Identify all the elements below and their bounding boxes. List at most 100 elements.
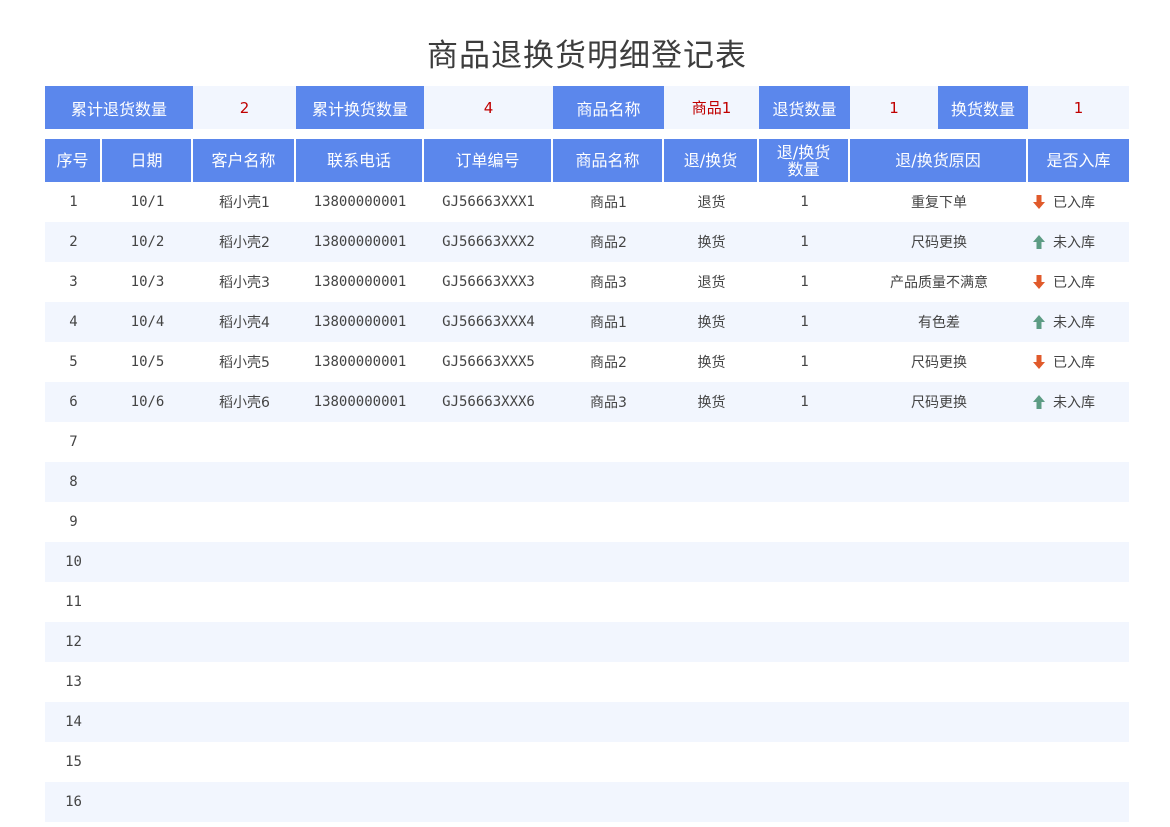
cell-type[interactable] — [664, 782, 759, 822]
cell-phone[interactable]: 13800000001 — [296, 262, 424, 302]
cell-product[interactable] — [553, 542, 664, 582]
cell-product[interactable] — [553, 742, 664, 782]
cell-order[interactable] — [424, 662, 553, 702]
cell-phone[interactable]: 13800000001 — [296, 342, 424, 382]
cell-phone[interactable] — [296, 662, 424, 702]
product-name-value[interactable]: 商品1 — [664, 86, 759, 129]
cell-phone[interactable] — [296, 622, 424, 662]
cell-product[interactable] — [553, 582, 664, 622]
cell-reason[interactable] — [850, 582, 1028, 622]
cell-type[interactable]: 退货 — [664, 182, 759, 222]
cell-type[interactable] — [664, 422, 759, 462]
cell-phone[interactable] — [296, 582, 424, 622]
cell-reason[interactable]: 重复下单 — [850, 182, 1028, 222]
cell-date[interactable] — [102, 462, 193, 502]
cell-customer[interactable]: 稻小壳3 — [193, 262, 296, 302]
cell-stock[interactable] — [1028, 422, 1129, 462]
cell-customer[interactable]: 稻小壳5 — [193, 342, 296, 382]
cell-stock[interactable] — [1028, 662, 1129, 702]
cell-customer[interactable] — [193, 622, 296, 662]
cell-customer[interactable] — [193, 422, 296, 462]
cell-customer[interactable]: 稻小壳2 — [193, 222, 296, 262]
cell-order[interactable] — [424, 502, 553, 542]
cell-stock[interactable] — [1028, 742, 1129, 782]
cell-qty[interactable]: 1 — [759, 382, 850, 422]
cell-phone[interactable]: 13800000001 — [296, 382, 424, 422]
cell-no[interactable]: 8 — [45, 462, 102, 502]
cell-reason[interactable] — [850, 542, 1028, 582]
cell-stock[interactable] — [1028, 462, 1129, 502]
cell-product[interactable] — [553, 662, 664, 702]
cell-no[interactable]: 15 — [45, 742, 102, 782]
cell-type[interactable] — [664, 582, 759, 622]
cell-customer[interactable] — [193, 582, 296, 622]
cell-qty[interactable]: 1 — [759, 262, 850, 302]
cell-no[interactable]: 6 — [45, 382, 102, 422]
cell-customer[interactable]: 稻小壳1 — [193, 182, 296, 222]
cell-no[interactable]: 11 — [45, 582, 102, 622]
cell-reason[interactable] — [850, 702, 1028, 742]
cell-type[interactable] — [664, 702, 759, 742]
cell-product[interactable] — [553, 702, 664, 742]
cell-no[interactable]: 16 — [45, 782, 102, 822]
cell-no[interactable]: 4 — [45, 302, 102, 342]
cell-date[interactable] — [102, 502, 193, 542]
cell-order[interactable] — [424, 742, 553, 782]
cell-qty[interactable]: 1 — [759, 222, 850, 262]
cell-product[interactable] — [553, 622, 664, 662]
cell-no[interactable]: 13 — [45, 662, 102, 702]
cell-order[interactable]: GJ56663XXX2 — [424, 222, 553, 262]
cell-reason[interactable] — [850, 462, 1028, 502]
cell-stock[interactable] — [1028, 582, 1129, 622]
cell-date[interactable]: 10/3 — [102, 262, 193, 302]
cell-phone[interactable] — [296, 742, 424, 782]
cell-no[interactable]: 9 — [45, 502, 102, 542]
cell-customer[interactable] — [193, 662, 296, 702]
cell-order[interactable] — [424, 462, 553, 502]
cell-type[interactable]: 换货 — [664, 302, 759, 342]
cell-no[interactable]: 5 — [45, 342, 102, 382]
cell-type[interactable] — [664, 622, 759, 662]
cell-qty[interactable] — [759, 542, 850, 582]
cell-customer[interactable] — [193, 542, 296, 582]
cell-order[interactable]: GJ56663XXX3 — [424, 262, 553, 302]
cell-stock[interactable] — [1028, 502, 1129, 542]
cell-phone[interactable] — [296, 782, 424, 822]
cell-qty[interactable] — [759, 502, 850, 542]
cell-product[interactable] — [553, 782, 664, 822]
cell-phone[interactable] — [296, 422, 424, 462]
cell-no[interactable]: 3 — [45, 262, 102, 302]
cell-date[interactable] — [102, 622, 193, 662]
cell-qty[interactable]: 1 — [759, 182, 850, 222]
cell-order[interactable]: GJ56663XXX5 — [424, 342, 553, 382]
cell-phone[interactable] — [296, 542, 424, 582]
cell-phone[interactable] — [296, 702, 424, 742]
cell-date[interactable] — [102, 542, 193, 582]
cell-customer[interactable] — [193, 702, 296, 742]
cell-qty[interactable]: 1 — [759, 342, 850, 382]
cell-date[interactable] — [102, 782, 193, 822]
cell-type[interactable] — [664, 462, 759, 502]
cell-date[interactable] — [102, 422, 193, 462]
return-qty-value[interactable]: 1 — [850, 86, 938, 129]
cell-product[interactable] — [553, 502, 664, 542]
cell-customer[interactable]: 稻小壳6 — [193, 382, 296, 422]
cell-no[interactable]: 14 — [45, 702, 102, 742]
cell-date[interactable] — [102, 742, 193, 782]
cell-phone[interactable] — [296, 462, 424, 502]
cell-reason[interactable]: 产品质量不满意 — [850, 262, 1028, 302]
cell-qty[interactable] — [759, 462, 850, 502]
cell-reason[interactable]: 尺码更换 — [850, 222, 1028, 262]
cell-product[interactable]: 商品2 — [553, 342, 664, 382]
cell-reason[interactable]: 有色差 — [850, 302, 1028, 342]
cell-phone[interactable]: 13800000001 — [296, 222, 424, 262]
cell-reason[interactable] — [850, 622, 1028, 662]
cell-customer[interactable] — [193, 782, 296, 822]
cell-order[interactable] — [424, 542, 553, 582]
cell-date[interactable]: 10/4 — [102, 302, 193, 342]
cell-order[interactable] — [424, 782, 553, 822]
cell-stock[interactable] — [1028, 622, 1129, 662]
cell-date[interactable]: 10/2 — [102, 222, 193, 262]
total-return-value[interactable]: 2 — [193, 86, 296, 129]
cell-stock[interactable]: 已入库 — [1028, 182, 1129, 222]
